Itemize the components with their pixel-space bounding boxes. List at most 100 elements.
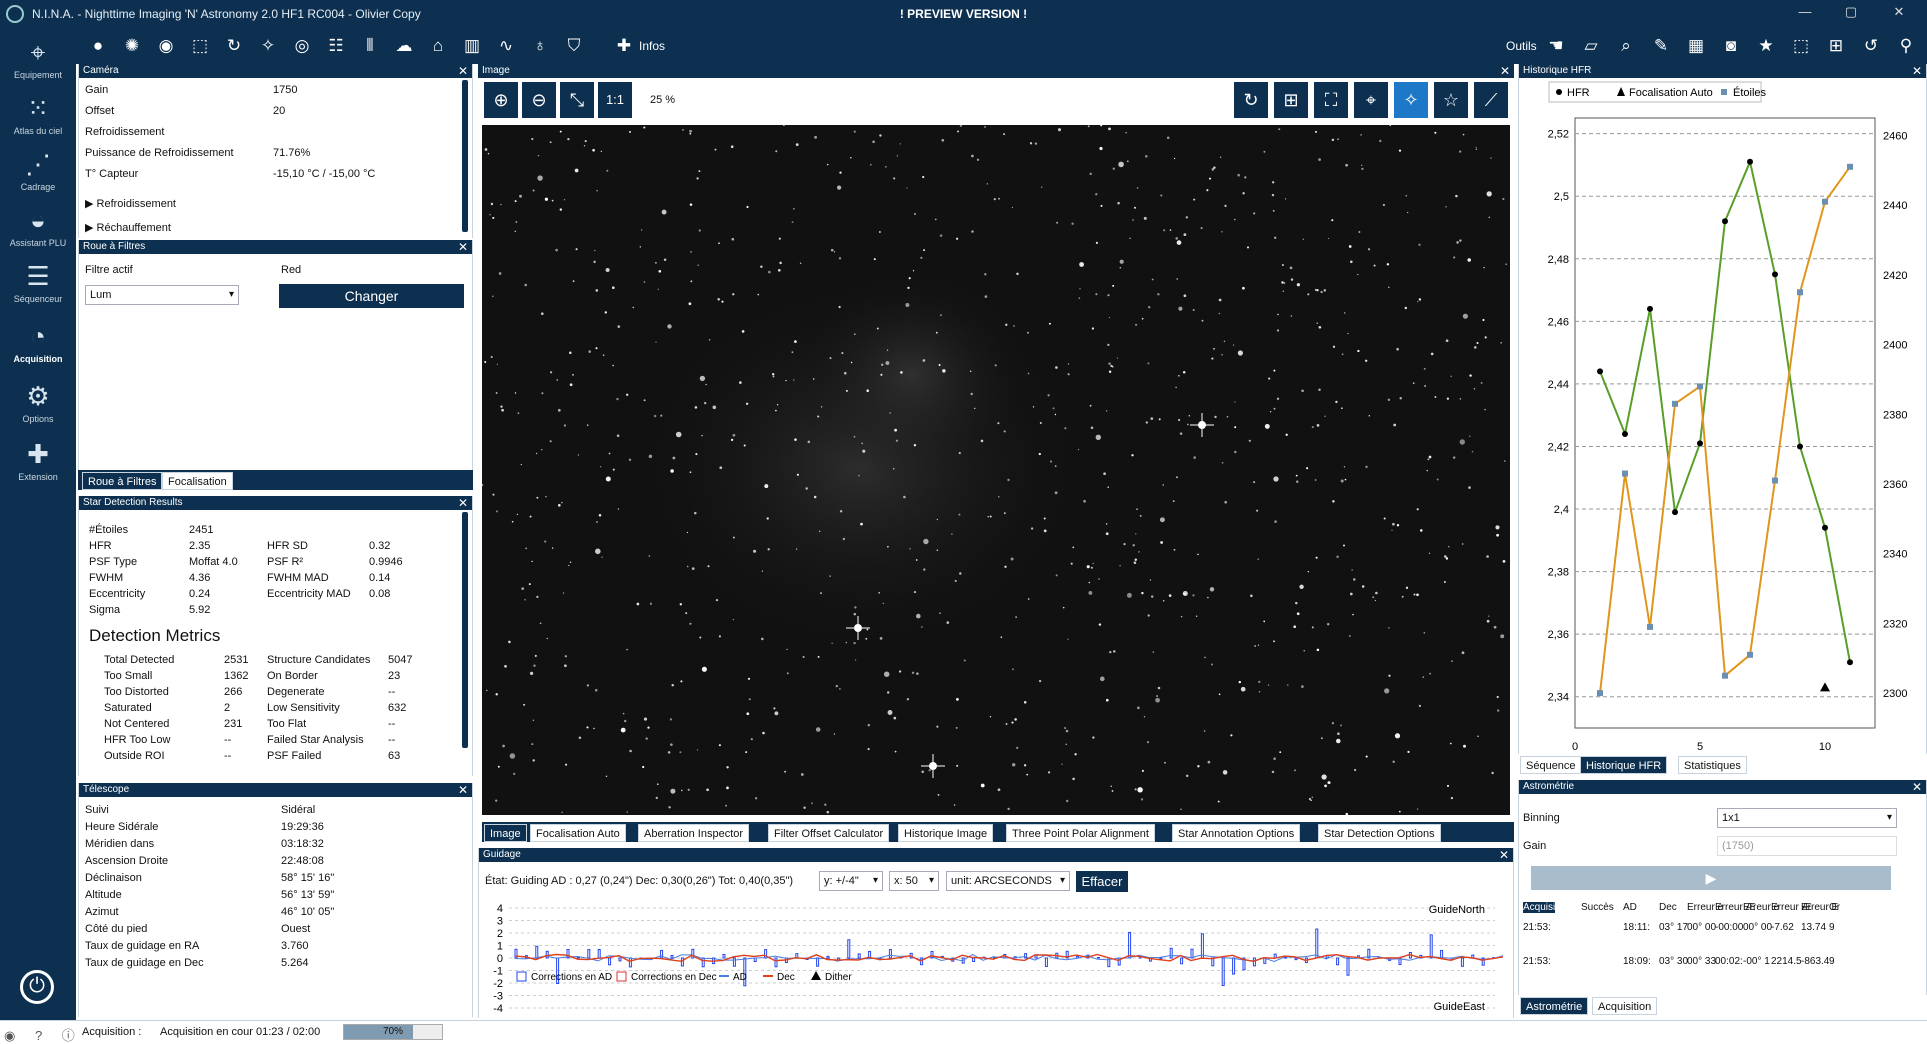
tool-star-icon[interactable]: ★: [1754, 34, 1778, 58]
tab-statistics[interactable]: Statistiques: [1678, 756, 1747, 774]
tool-calc-icon[interactable]: ▦: [1684, 34, 1708, 58]
binning-select[interactable]: 1x1: [1717, 808, 1897, 828]
camera-connect-icon[interactable]: ●: [86, 34, 110, 58]
tab-image-0[interactable]: Image: [484, 824, 527, 842]
close-icon[interactable]: ✕: [1499, 848, 1509, 862]
tab-focus[interactable]: Focalisation: [162, 472, 233, 490]
tab-acquisition[interactable]: Acquisition: [1592, 997, 1657, 1015]
sidebar-item-telescope[interactable]: ⌖Equipement: [0, 32, 76, 86]
close-icon[interactable]: ✕: [458, 783, 468, 797]
histogram-icon[interactable]: ▥: [460, 34, 484, 58]
tab-hfr-history[interactable]: Historique HFR: [1580, 756, 1667, 774]
x-scale-select[interactable]: x: 50: [889, 871, 939, 891]
close-icon[interactable]: ✕: [458, 496, 468, 510]
power-icon[interactable]: ⏻: [20, 970, 54, 1004]
tab-image-6[interactable]: Star Annotation Options: [1172, 824, 1300, 842]
infos-label[interactable]: Infos: [639, 39, 665, 53]
grid-icon[interactable]: ⊞: [1274, 82, 1308, 118]
status-icons[interactable]: ◉ ? ⓘ: [4, 1025, 83, 1044]
tool-hand-icon[interactable]: ☚: [1544, 34, 1568, 58]
crop-icon[interactable]: ⬚: [188, 34, 212, 58]
telescope-icon[interactable]: ✧: [256, 34, 280, 58]
filterwheel-icon[interactable]: ✺: [120, 34, 144, 58]
star: [685, 612, 687, 614]
maximize-button[interactable]: ▢: [1836, 4, 1866, 24]
wave-icon[interactable]: ∿: [494, 34, 518, 58]
filter-select[interactable]: Lum: [85, 285, 239, 305]
solve-play-button[interactable]: ▶: [1531, 866, 1891, 890]
ra-correction-bar: [577, 957, 579, 958]
sidebar-item-imaging[interactable]: ◔Acquisition: [0, 316, 76, 370]
close-icon[interactable]: ✕: [458, 64, 468, 78]
tab-sequence[interactable]: Séquence: [1520, 756, 1582, 774]
close-icon[interactable]: ✕: [458, 240, 468, 254]
tab-image-1[interactable]: Focalisation Auto: [530, 824, 626, 842]
expand-cooling[interactable]: ▶ Refroidissement: [85, 197, 176, 210]
target-icon[interactable]: ⌖: [1354, 82, 1388, 118]
scrollbar[interactable]: [462, 80, 468, 232]
astro-col-header[interactable]: Succès: [1581, 902, 1614, 913]
zoom-out-icon[interactable]: ⊖: [522, 82, 556, 118]
sidebar-item-sky-atlas[interactable]: ⁙Atlas du ciel: [0, 88, 76, 142]
sidebar-item-label: Extension: [0, 472, 76, 482]
sequence-list-icon[interactable]: ☷: [324, 34, 348, 58]
sidebar-item-gear[interactable]: ⚙Options: [0, 376, 76, 430]
sidebar-item-sequencer[interactable]: ☰Séquenceur: [0, 256, 76, 310]
sidebar-item-framing[interactable]: ⋰Cadrage: [0, 144, 76, 198]
tab-image-2[interactable]: Aberration Inspector: [638, 824, 749, 842]
y-scale-select[interactable]: y: +/-4": [819, 871, 883, 891]
tool-pen-icon[interactable]: ✎: [1649, 34, 1673, 58]
minimize-button[interactable]: —: [1790, 4, 1820, 24]
focuser-icon[interactable]: ◉: [154, 34, 178, 58]
tab-image-4[interactable]: Historique Image: [898, 824, 993, 842]
star-field-image[interactable]: [482, 125, 1510, 815]
scrollbar[interactable]: [462, 512, 468, 748]
tool-search-icon[interactable]: ⌕: [1614, 34, 1638, 58]
astro-col-header[interactable]: Or: [1829, 902, 1840, 913]
astro-col-header[interactable]: Acquisi: [1523, 902, 1555, 913]
crosshair-box-icon[interactable]: ⛶: [1314, 82, 1348, 118]
zoom-1to1-button[interactable]: 1:1: [598, 82, 632, 118]
close-button[interactable]: ✕: [1884, 4, 1914, 24]
close-icon[interactable]: ✕: [1500, 64, 1510, 78]
close-icon[interactable]: ✕: [1912, 64, 1922, 78]
telescope-icon[interactable]: ⟋: [1474, 82, 1508, 118]
bulb-icon[interactable]: ♁: [528, 34, 552, 58]
astro-col-header[interactable]: Dec: [1659, 902, 1677, 913]
change-filter-button[interactable]: Changer: [279, 284, 464, 308]
close-icon[interactable]: ✕: [1912, 780, 1922, 794]
tool-history-icon[interactable]: ↺: [1859, 34, 1883, 58]
weather-icon[interactable]: ☁: [392, 34, 416, 58]
outils-label[interactable]: Outils: [1506, 39, 1537, 53]
star: [624, 720, 626, 722]
tool-flat-icon[interactable]: ▱: [1579, 34, 1603, 58]
tab-astrometry[interactable]: Astrométrie: [1520, 997, 1588, 1015]
tool-af-icon[interactable]: ⬚: [1789, 34, 1813, 58]
magic-wand-icon[interactable]: ✧: [1394, 82, 1428, 118]
fit-icon[interactable]: ⤡: [560, 82, 594, 118]
shield-icon[interactable]: ⛉: [562, 34, 586, 58]
tab-image-3[interactable]: Filter Offset Calculator: [768, 824, 889, 842]
astro-col-header[interactable]: AD: [1623, 902, 1637, 913]
tab-image-5[interactable]: Three Point Polar Alignment: [1006, 824, 1155, 842]
zoom-in-icon[interactable]: ⊕: [484, 82, 518, 118]
star: [1127, 160, 1129, 162]
rotator-icon[interactable]: ↻: [222, 34, 246, 58]
dome-icon[interactable]: ⌂: [426, 34, 450, 58]
gain-field[interactable]: (1750): [1717, 836, 1897, 856]
guider-icon[interactable]: ◎: [290, 34, 314, 58]
expand-warming[interactable]: ▶ Réchauffement: [85, 221, 171, 234]
puzzle-icon[interactable]: ✚: [612, 34, 636, 58]
sidebar-item-flat-wizard[interactable]: ◒Assistant PLU: [0, 200, 76, 254]
tool-pin-icon[interactable]: ⚲: [1894, 34, 1918, 58]
tab-filterwheel[interactable]: Roue à Filtres: [82, 472, 162, 490]
rotate-icon[interactable]: ↻: [1234, 82, 1268, 118]
sidebar-item-puzzle[interactable]: ✚Extension: [0, 434, 76, 488]
tool-target-icon[interactable]: ◙: [1719, 34, 1743, 58]
tool-grid-icon[interactable]: ⊞: [1824, 34, 1848, 58]
star-icon[interactable]: ☆: [1434, 82, 1468, 118]
unit-select[interactable]: unit: ARCSECONDS: [946, 871, 1070, 891]
clear-button[interactable]: Effacer: [1076, 871, 1128, 892]
switch-icon[interactable]: ⫴: [358, 34, 382, 58]
tab-image-7[interactable]: Star Detection Options: [1318, 824, 1441, 842]
